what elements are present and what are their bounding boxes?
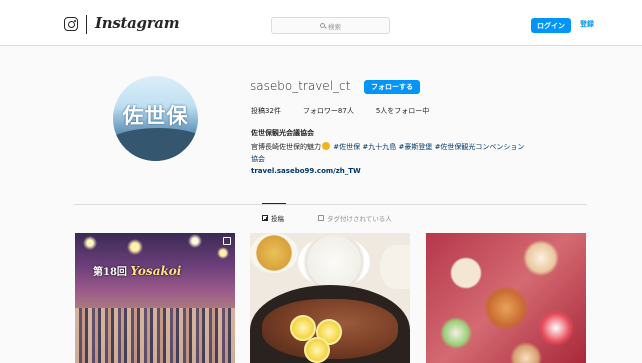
top-navigation-bar: Instagram 検索 ログイン 登録 — [0, 0, 642, 46]
following-count[interactable]: 5人をフォロー中 — [376, 106, 429, 116]
tab-tagged-label: タグ付けされている人 — [327, 215, 392, 223]
search-icon — [320, 23, 325, 28]
kaiseki-tray — [426, 233, 586, 363]
side-cup — [380, 245, 410, 289]
tabs-divider — [74, 204, 587, 205]
bio-suffix[interactable]: 協会 — [251, 155, 265, 163]
post-overlay-title: Yosakoi — [130, 264, 182, 278]
signup-link[interactable]: 登録 — [580, 19, 594, 29]
avatar-landscape — [113, 128, 198, 161]
carousel-icon — [223, 237, 231, 245]
posts-count: 投稿32件 — [251, 107, 281, 115]
grid-icon — [262, 215, 268, 221]
post-overlay-banner: 第18回 Yosakoi — [93, 263, 181, 278]
follow-button[interactable]: フォローする — [364, 80, 420, 94]
instagram-logo[interactable]: Instagram — [95, 14, 180, 32]
tab-posts[interactable]: 投稿 — [262, 213, 284, 223]
crowd-photo — [75, 308, 235, 363]
soup-bowl — [250, 233, 298, 273]
profile-stats: 投稿32件 フォロワー87人 5人をフォロー中 — [251, 106, 429, 116]
search-input[interactable]: 検索 — [271, 17, 390, 34]
smile-emoji-icon — [322, 142, 330, 150]
post-thumbnail-yosakoi[interactable]: 第18回 Yosakoi — [75, 233, 235, 363]
instagram-camera-icon[interactable] — [64, 17, 78, 31]
logo-separator — [86, 15, 87, 34]
profile-bio: 官博長崎佐世保的魅力 #佐世保 #九十九島 #豪斯登堡 #佐世保観光コンベンショ… — [251, 141, 591, 165]
post-thumbnail-kaiseki[interactable] — [426, 233, 586, 363]
hashtag-sasebo[interactable]: #佐世保 — [333, 143, 360, 151]
tab-posts-label: 投稿 — [271, 215, 284, 223]
tab-tagged[interactable]: タグ付けされている人 — [318, 213, 392, 223]
tagged-user-icon — [318, 215, 324, 221]
profile-full-name: 佐世保観光会議協会 — [251, 129, 314, 137]
followers-count[interactable]: フォロワー87人 — [303, 106, 354, 116]
hashtag-kujukushima[interactable]: #九十九島 — [362, 143, 396, 151]
active-tab-indicator — [262, 203, 286, 204]
hashtag-huis-ten-bosch[interactable]: #豪斯登堡 — [398, 143, 432, 151]
post-thumbnail-steak-meal[interactable] — [250, 233, 410, 363]
avatar[interactable]: 佐世保 — [113, 76, 198, 161]
profile-username: sasebo_travel_ct — [250, 79, 351, 93]
lemon-slice — [304, 337, 330, 363]
hashtag-sasebo-convention[interactable]: #佐世保観光コンベンション — [435, 143, 525, 151]
bio-text: 官博長崎佐世保的魅力 — [251, 143, 321, 151]
search-placeholder: 検索 — [328, 22, 341, 31]
profile-website-link[interactable]: travel.sasebo99.com/zh_TW — [251, 167, 361, 175]
post-overlay-text: 第18回 — [93, 267, 127, 278]
login-button[interactable]: ログイン — [531, 18, 571, 33]
rice-bowl — [298, 236, 370, 288]
avatar-text: 佐世保 — [122, 104, 189, 128]
